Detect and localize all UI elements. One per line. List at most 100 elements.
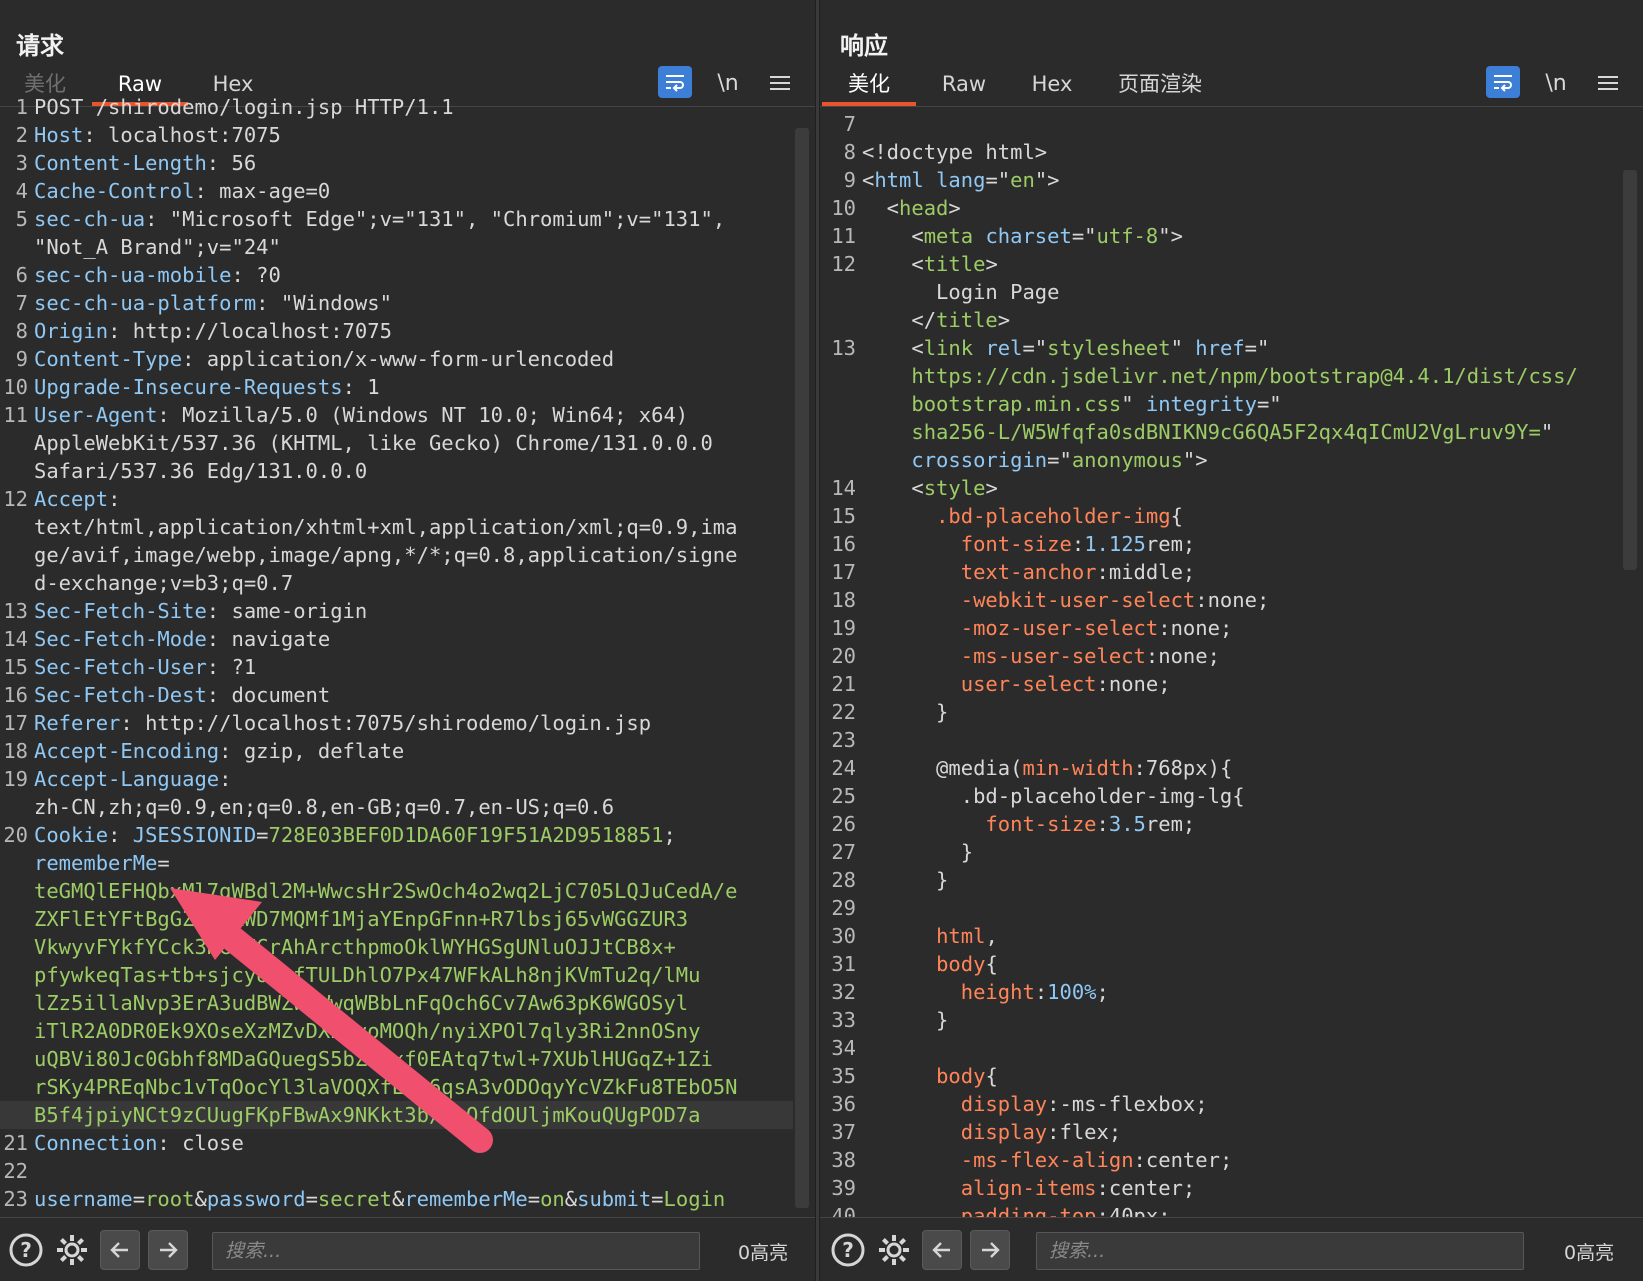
code-line[interactable]: 15 Sec-Fetch-User: ?1 — [0, 653, 793, 681]
gear-icon[interactable] — [52, 1230, 92, 1270]
code-line[interactable]: 7 — [820, 110, 1617, 138]
request-scrollbar[interactable] — [795, 128, 809, 1208]
code-line[interactable]: 9 <html lang="en"> — [820, 166, 1617, 194]
code-line[interactable]: iTlR2A0DR0Ek9XOseXzMZvDXBuvoMOQh/nyiXPOl… — [0, 1017, 793, 1045]
code-line[interactable]: pfywkeqTas+tb+sjcyUwcfTULDhlO7Px47WFkALh… — [0, 961, 793, 989]
code-line[interactable]: 11 <meta charset="utf-8"> — [820, 222, 1617, 250]
code-line[interactable]: 13 Sec-Fetch-Site: same-origin — [0, 597, 793, 625]
code-line[interactable]: 9 Content-Type: application/x-www-form-ur… — [0, 345, 793, 373]
code-line[interactable]: 28 } — [820, 866, 1617, 894]
code-line[interactable]: 23 — [820, 726, 1617, 754]
code-line[interactable]: AppleWebKit/537.36 (KHTML, like Gecko) C… — [0, 429, 793, 457]
code-line[interactable]: 31 body{ — [820, 950, 1617, 978]
code-line[interactable]: 2 Host: localhost:7075 — [0, 121, 793, 149]
code-line[interactable]: 36 display:-ms-flexbox; — [820, 1090, 1617, 1118]
arrow-right-icon[interactable] — [970, 1230, 1010, 1270]
code-line[interactable]: crossorigin="anonymous"> — [820, 446, 1617, 474]
code-line[interactable]: 7 sec-ch-ua-platform: "Windows" — [0, 289, 793, 317]
code-line[interactable]: Login Page — [820, 278, 1617, 306]
arrow-left-icon[interactable] — [922, 1230, 962, 1270]
code-line[interactable]: zh-CN,zh;q=0.9,en;q=0.8,en-GB;q=0.7,en-U… — [0, 793, 793, 821]
code-line[interactable]: 4 Cache-Control: max-age=0 — [0, 177, 793, 205]
tab-raw[interactable]: Raw — [932, 66, 996, 106]
code-line[interactable]: 19 -moz-user-select:none; — [820, 614, 1617, 642]
code-line[interactable]: VkwyvFYkfYCck3NGVFCrAhArcthpmoOklWYHGSgU… — [0, 933, 793, 961]
code-line[interactable]: "Not_A Brand";v="24" — [0, 233, 793, 261]
code-line[interactable]: 3 Content-Length: 56 — [0, 149, 793, 177]
code-line[interactable]: d-exchange;v=b3;q=0.7 — [0, 569, 793, 597]
code-line[interactable]: 13 <link rel="stylesheet" href=" — [820, 334, 1617, 362]
code-line[interactable]: ge/avif,image/webp,image/apng,*/*;q=0.8,… — [0, 541, 793, 569]
code-line[interactable]: 30 html, — [820, 922, 1617, 950]
code-line[interactable]: text/html,application/xhtml+xml,applicat… — [0, 513, 793, 541]
code-line[interactable]: 12 <title> — [820, 250, 1617, 278]
code-line[interactable]: 20 Cookie: JSESSIONID=728E03BEF0D1DA60F19… — [0, 821, 793, 849]
search-input[interactable]: 搜索... — [212, 1232, 700, 1270]
code-line[interactable]: 14 Sec-Fetch-Mode: navigate — [0, 625, 793, 653]
code-line[interactable]: 12 Accept: — [0, 485, 793, 513]
code-line[interactable]: 19 Accept-Language: — [0, 765, 793, 793]
code-line[interactable]: teGMQlEFHQbxMl7gWBdl2M+WwcsHr2SwOch4o2wq… — [0, 877, 793, 905]
code-line[interactable]: 25 .bd-placeholder-img-lg{ — [820, 782, 1617, 810]
code-line[interactable]: 16 font-size:1.125rem; — [820, 530, 1617, 558]
code-line[interactable]: 22 } — [820, 698, 1617, 726]
code-line[interactable]: 32 height:100%; — [820, 978, 1617, 1006]
code-line[interactable]: B5f4jpiyNCt9zCUugFKpFBwAx9NKkt3b/vvQfdOU… — [0, 1101, 793, 1129]
code-line[interactable]: 20 -ms-user-select:none; — [820, 642, 1617, 670]
code-line[interactable]: 18 Accept-Encoding: gzip, deflate — [0, 737, 793, 765]
code-line[interactable]: 38 -ms-flex-align:center; — [820, 1146, 1617, 1174]
code-line[interactable]: 35 body{ — [820, 1062, 1617, 1090]
code-line[interactable]: 23 username=root&password=secret&remember… — [0, 1185, 793, 1213]
code-line[interactable]: 22 — [0, 1157, 793, 1185]
code-line[interactable]: 8 <!doctype html> — [820, 138, 1617, 166]
code-line[interactable]: 10 Upgrade-Insecure-Requests: 1 — [0, 373, 793, 401]
menu-icon[interactable] — [1590, 66, 1626, 100]
code-line[interactable]: 18 -webkit-user-select:none; — [820, 586, 1617, 614]
code-line[interactable]: 37 display:flex; — [820, 1118, 1617, 1146]
code-line[interactable]: sha256-L/W5Wfqfa0sdBNIKN9cG6QA5F2qx4qICm… — [820, 418, 1617, 446]
code-line[interactable]: 27 } — [820, 838, 1617, 866]
code-line[interactable]: uQBVi80Jc0Gbhf8MDaGQuegS5bZBGxf0EAtq7twl… — [0, 1045, 793, 1073]
code-line[interactable]: bootstrap.min.css" integrity=" — [820, 390, 1617, 418]
tab-pretty[interactable]: 美化 — [822, 66, 916, 106]
code-line[interactable]: 1 POST /shirodemo/login.jsp HTTP/1.1 — [0, 93, 793, 121]
code-line[interactable]: </title> — [820, 306, 1617, 334]
code-line[interactable]: Safari/537.36 Edg/131.0.0.0 — [0, 457, 793, 485]
code-line[interactable]: 10 <head> — [820, 194, 1617, 222]
code-line[interactable]: 17 text-anchor:middle; — [820, 558, 1617, 586]
code-line[interactable]: ZXFlEtYFtBgGZTtxKWD7MQMf1MjaYEnpGFnn+R7l… — [0, 905, 793, 933]
gear-icon[interactable] — [874, 1230, 914, 1270]
code-line[interactable]: 11 User-Agent: Mozilla/5.0 (Windows NT 10… — [0, 401, 793, 429]
code-line[interactable]: 15 .bd-placeholder-img{ — [820, 502, 1617, 530]
code-line[interactable]: 29 — [820, 894, 1617, 922]
code-line[interactable]: 5 sec-ch-ua: "Microsoft Edge";v="131", "C… — [0, 205, 793, 233]
help-icon[interactable]: ? — [6, 1230, 46, 1270]
code-line[interactable]: 26 font-size:3.5rem; — [820, 810, 1617, 838]
code-line[interactable]: 24 @media(min-width:768px){ — [820, 754, 1617, 782]
newline-toggle[interactable]: \n — [1538, 66, 1574, 100]
code-line[interactable]: 17 Referer: http://localhost:7075/shirode… — [0, 709, 793, 737]
response-scrollbar[interactable] — [1623, 170, 1637, 570]
code-line[interactable]: 14 <style> — [820, 474, 1617, 502]
arrow-right-icon[interactable] — [148, 1230, 188, 1270]
code-line[interactable]: rSKy4PREqNbc1vTqOocYl3laVOQXfEXA6qsA3vOD… — [0, 1073, 793, 1101]
wrap-icon[interactable] — [1486, 66, 1520, 98]
code-line[interactable]: 6 sec-ch-ua-mobile: ?0 — [0, 261, 793, 289]
code-line[interactable]: 16 Sec-Fetch-Dest: document — [0, 681, 793, 709]
code-line[interactable]: lZz5illaNvp3ErA3udBWZwrWwqWBbLnFqOch6Cv7… — [0, 989, 793, 1017]
request-editor[interactable]: 1 POST /shirodemo/login.jsp HTTP/1.1 2 Host… — [0, 93, 793, 1217]
search-input[interactable]: 搜索... — [1036, 1232, 1524, 1270]
response-editor[interactable]: 7 8 <!doctype html> 9 <html lang="en"> 10 <he… — [820, 110, 1617, 1217]
tab-render[interactable]: 页面渲染 — [1108, 66, 1212, 106]
help-icon[interactable]: ? — [828, 1230, 868, 1270]
code-line[interactable]: 40 padding-top:40px; — [820, 1202, 1617, 1217]
code-line[interactable]: 8 Origin: http://localhost:7075 — [0, 317, 793, 345]
tab-hex[interactable]: Hex — [1022, 66, 1082, 106]
code-line[interactable]: 33 } — [820, 1006, 1617, 1034]
code-line[interactable]: 21 user-select:none; — [820, 670, 1617, 698]
code-line[interactable]: 34 — [820, 1034, 1617, 1062]
arrow-left-icon[interactable] — [100, 1230, 140, 1270]
code-line[interactable]: 21 Connection: close — [0, 1129, 793, 1157]
code-line[interactable]: rememberMe= — [0, 849, 793, 877]
code-line[interactable]: 39 align-items:center; — [820, 1174, 1617, 1202]
